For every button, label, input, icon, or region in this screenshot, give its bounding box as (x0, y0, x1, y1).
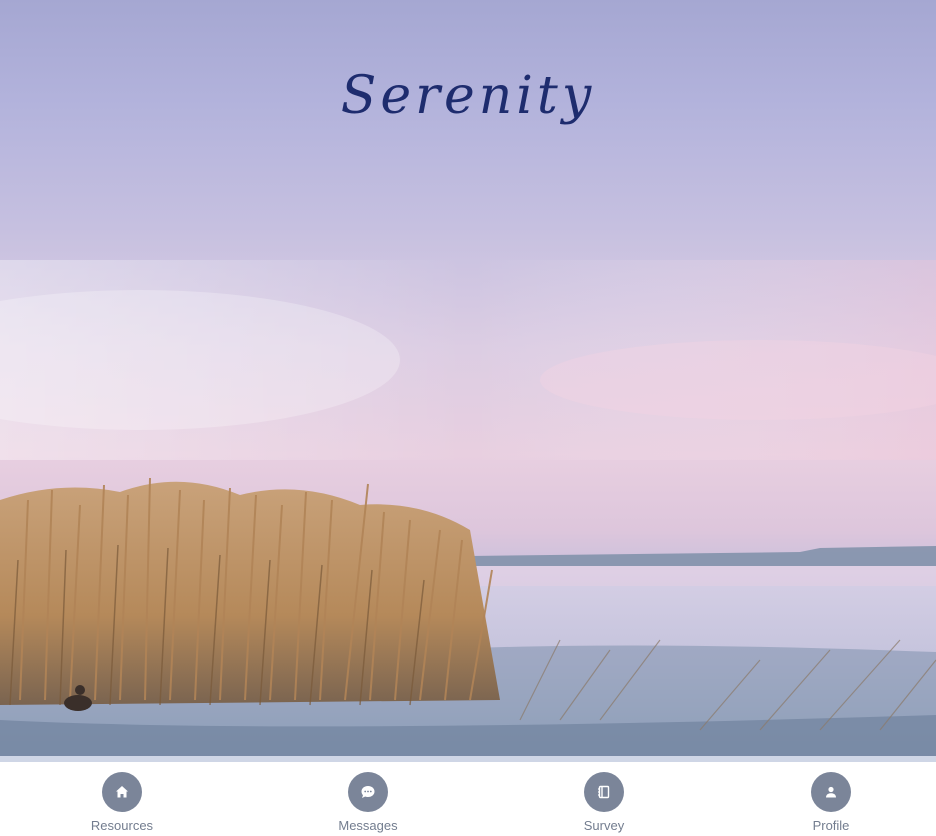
notebook-icon (584, 772, 624, 812)
chat-bubble-icon (348, 772, 388, 812)
tab-messages-label: Messages (338, 818, 398, 833)
tab-survey[interactable]: Survey (544, 772, 664, 834)
tab-profile-label: Profile (812, 818, 850, 833)
tab-survey-label: Survey (583, 818, 625, 833)
tab-messages[interactable]: Messages (308, 772, 428, 834)
home-icon (102, 772, 142, 812)
bottom-tab-bar: Resources Messages Survey Profile (0, 762, 936, 836)
tab-resources[interactable]: Resources (62, 772, 182, 834)
hero-image: Serenity (0, 0, 936, 758)
person-icon (811, 772, 851, 812)
tab-profile[interactable]: Profile (771, 772, 891, 834)
app-title: Serenity (340, 66, 596, 126)
tab-resources-label: Resources (90, 818, 154, 833)
app-screen: Serenity Resources Messages Survey Profi… (0, 0, 936, 836)
